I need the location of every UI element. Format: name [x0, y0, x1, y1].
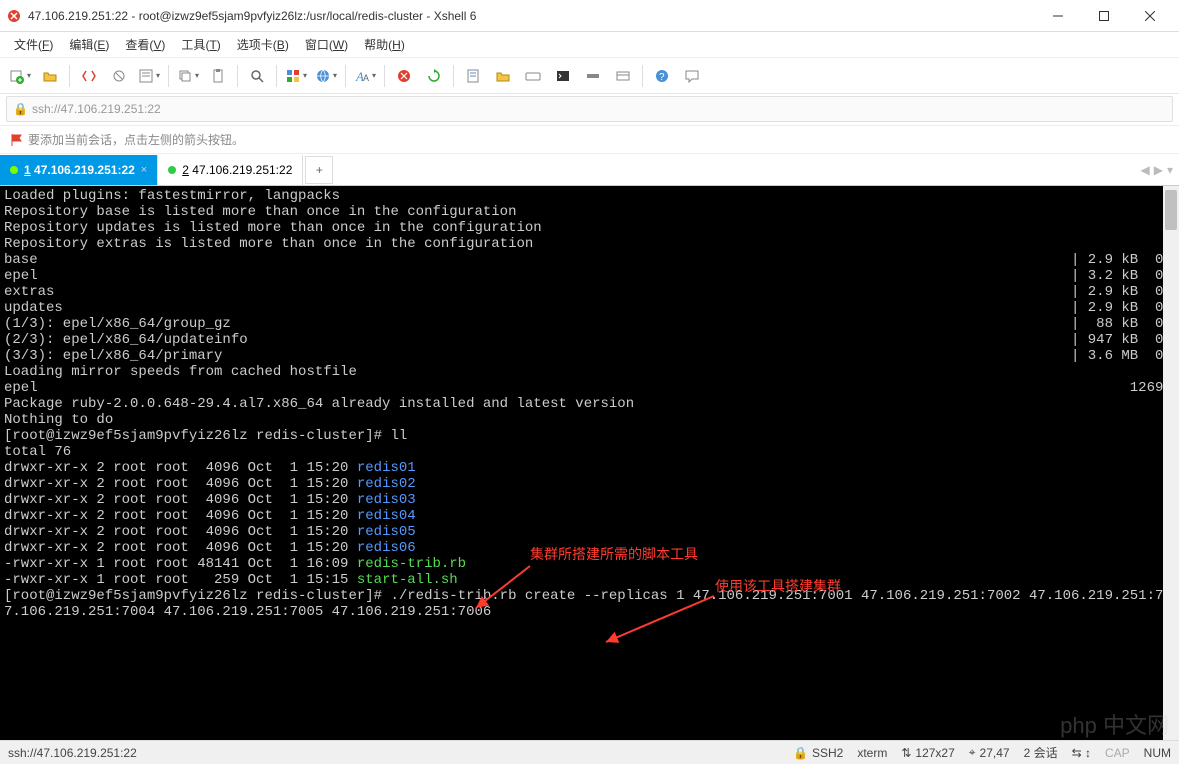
tab-bar: 1 47.106.219.251:22 × 2 47.106.219.251:2…	[0, 154, 1179, 186]
status-size: ⇅ 127x27	[901, 746, 954, 760]
status-cap: CAP	[1105, 746, 1130, 760]
arrow-icon	[470, 564, 540, 614]
menu-tools[interactable]: 工具(T)	[173, 33, 228, 56]
status-num: NUM	[1144, 746, 1171, 760]
arrow-icon	[600, 594, 720, 648]
menu-help[interactable]: 帮助(H)	[356, 33, 413, 56]
status-ssh: 🔒SSH2	[793, 746, 843, 760]
address-field[interactable]: 🔒 ssh://47.106.219.251:22	[6, 96, 1173, 122]
refresh-button[interactable]	[420, 62, 448, 90]
annotation-1: 集群所搭建所需的脚本工具	[530, 548, 698, 564]
scrollbar-thumb[interactable]	[1165, 190, 1177, 230]
svg-text:?: ?	[659, 72, 665, 83]
reconnect-button[interactable]	[75, 62, 103, 90]
divider	[642, 65, 643, 87]
status-address: ssh://47.106.219.251:22	[8, 746, 137, 760]
divider	[237, 65, 238, 87]
globe-button[interactable]	[312, 62, 340, 90]
lock-icon: 🔒	[793, 746, 808, 760]
font-button[interactable]: AA	[351, 62, 379, 90]
app-icon	[6, 8, 22, 24]
tab-menu-icon[interactable]: ▾	[1167, 163, 1173, 177]
folder-button[interactable]	[489, 62, 517, 90]
disconnect-button[interactable]	[105, 62, 133, 90]
divider	[453, 65, 454, 87]
scrollbar[interactable]	[1163, 186, 1179, 740]
status-pos: ⌖ 27,47	[969, 745, 1010, 760]
menu-window[interactable]: 窗口(W)	[297, 33, 356, 56]
properties-button[interactable]	[135, 62, 163, 90]
status-sessions: 2 会话	[1024, 744, 1058, 761]
terminal-button[interactable]	[549, 62, 577, 90]
open-button[interactable]	[36, 62, 64, 90]
divider	[69, 65, 70, 87]
pos-icon: ⌖	[969, 745, 976, 760]
hint-text: 要添加当前会话，点击左侧的箭头按钮。	[28, 131, 244, 148]
new-session-button[interactable]	[6, 62, 34, 90]
size-icon: ⇅	[901, 746, 911, 760]
address-text: ssh://47.106.219.251:22	[32, 102, 161, 116]
divider	[384, 65, 385, 87]
menu-file[interactable]: 文件(F)	[6, 33, 61, 56]
maximize-button[interactable]	[1081, 1, 1127, 31]
status-dot-icon	[168, 166, 176, 174]
status-bar: ssh://47.106.219.251:22 🔒SSH2 xterm ⇅ 12…	[0, 740, 1179, 764]
tab-close-icon[interactable]: ×	[141, 164, 147, 176]
copy-button[interactable]	[174, 62, 202, 90]
menubar: 文件(F) 编辑(E) 查看(V) 工具(T) 选项卡(B) 窗口(W) 帮助(…	[0, 32, 1179, 58]
tab-1[interactable]: 1 47.106.219.251:22 ×	[0, 155, 158, 185]
window-title: 47.106.219.251:22 - root@izwz9ef5sjam9pv…	[28, 9, 1035, 23]
annotation-2: 使用该工具搭建集群	[715, 580, 841, 596]
layout-button[interactable]	[282, 62, 310, 90]
minimize-button[interactable]	[1035, 1, 1081, 31]
status-arrows[interactable]: ⇆ ↕	[1072, 746, 1091, 760]
terminal[interactable]: Loaded plugins: fastestmirror, langpacks…	[0, 186, 1179, 740]
status-dot-icon	[10, 166, 18, 174]
titlebar: 47.106.219.251:22 - root@izwz9ef5sjam9pv…	[0, 0, 1179, 32]
tab-prev-icon[interactable]: ◀	[1141, 163, 1150, 177]
address-bar: 🔒 ssh://47.106.219.251:22	[0, 94, 1179, 126]
paste-button[interactable]	[204, 62, 232, 90]
watermark: php 中文网	[1060, 718, 1169, 734]
menu-edit[interactable]: 编辑(E)	[61, 33, 117, 56]
chat-button[interactable]	[678, 62, 706, 90]
divider	[276, 65, 277, 87]
divider	[345, 65, 346, 87]
script-button[interactable]	[459, 62, 487, 90]
hint-bar: 要添加当前会话，点击左侧的箭头按钮。	[0, 126, 1179, 154]
tab-add-button[interactable]: +	[305, 156, 333, 184]
tab-2[interactable]: 2 47.106.219.251:22	[158, 155, 303, 185]
close-button[interactable]	[1127, 1, 1173, 31]
compose-button[interactable]	[609, 62, 637, 90]
flag-icon	[10, 133, 24, 147]
toolbar: AA ?	[0, 58, 1179, 94]
find-button[interactable]	[243, 62, 271, 90]
lock-icon: 🔒	[13, 102, 28, 116]
menu-view[interactable]: 查看(V)	[117, 33, 173, 56]
keyboard-button[interactable]	[519, 62, 547, 90]
xshell-icon-button[interactable]	[390, 62, 418, 90]
status-term: xterm	[857, 746, 887, 760]
help-button[interactable]: ?	[648, 62, 676, 90]
svg-text:A: A	[363, 73, 369, 83]
menu-tabs[interactable]: 选项卡(B)	[229, 33, 297, 56]
tab-nav: ◀ ▶ ▾	[1141, 163, 1179, 177]
tab-next-icon[interactable]: ▶	[1154, 163, 1163, 177]
tunnel-button[interactable]	[579, 62, 607, 90]
divider	[168, 65, 169, 87]
